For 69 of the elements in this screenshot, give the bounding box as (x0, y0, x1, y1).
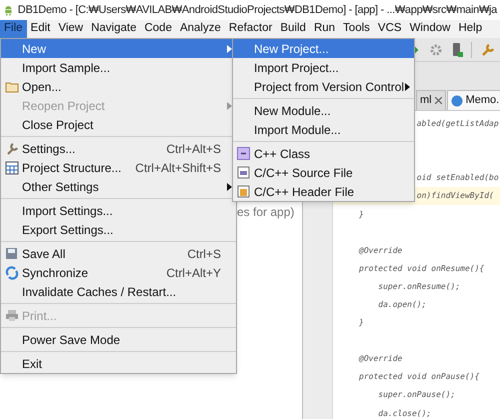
code-line: } (359, 317, 364, 330)
code-line: on)findViewById( (416, 190, 494, 202)
menu-item[interactable]: Save All Ctrl+S (1, 244, 236, 263)
menu-bar-item[interactable]: Window (406, 20, 454, 38)
menu-bar-item[interactable]: Code (140, 20, 176, 38)
menu-item[interactable]: Import Project... (233, 58, 414, 77)
code-line: super.onPause(); (377, 389, 456, 402)
wrench-icon[interactable] (480, 42, 496, 58)
code-line: super.onResume(); (377, 280, 460, 293)
menu-item[interactable]: C/C++ Source File (233, 163, 414, 182)
code-line: da.open(); (377, 298, 426, 311)
code-line: protected void onPause(){ (359, 371, 480, 384)
menu-bar-item[interactable]: View (54, 20, 88, 38)
menu-item[interactable]: Import Sample... (1, 58, 236, 77)
menu-bar-item[interactable]: Tools (339, 20, 374, 38)
code-line: da.close(); (377, 408, 432, 419)
menu-item[interactable]: C++ Class (233, 144, 414, 163)
menu-item[interactable]: New Module... (233, 101, 414, 120)
menu-item[interactable]: Power Save Mode (1, 330, 236, 349)
submenu-arrow-icon (227, 182, 232, 190)
gear-icon[interactable] (429, 42, 443, 56)
phone-icon[interactable] (451, 42, 463, 58)
menu-bar-item[interactable]: Run (310, 20, 340, 38)
editor-tab[interactable]: Memo. (446, 90, 500, 110)
menu-item[interactable]: Settings... Ctrl+Alt+S (1, 139, 236, 158)
sync-icon (4, 266, 18, 280)
submenu-arrow-icon (405, 82, 410, 90)
code-line: } (359, 208, 364, 221)
menu-bar-item[interactable]: Analyze (176, 20, 225, 38)
menu-bar-item[interactable]: Refactor (224, 20, 276, 38)
submenu-arrow-icon (227, 102, 232, 110)
code-line: @Override (359, 244, 402, 257)
menu-item[interactable]: Import Module... (233, 120, 414, 139)
menu-item[interactable]: Invalidate Caches / Restart... (1, 282, 236, 301)
class-icon (450, 94, 463, 106)
menu-item[interactable]: Other Settings (1, 177, 236, 196)
menu-bar-item[interactable]: Edit (26, 20, 54, 38)
menu-bar-item[interactable]: File (0, 20, 27, 38)
code-line: protected void onResume(){ (359, 262, 484, 275)
menu-item[interactable]: Project Structure... Ctrl+Alt+Shift+S (1, 158, 236, 177)
menu-item[interactable]: Close Project (1, 115, 236, 134)
header-file-icon (237, 185, 250, 198)
menu-item[interactable]: Export Settings... (1, 220, 236, 239)
project-tree-item[interactable]: es for app) (237, 205, 294, 219)
source-file-icon (237, 166, 250, 179)
code-line: @Override (359, 353, 402, 366)
menu-item[interactable]: C/C++ Header File (233, 182, 414, 201)
menu-item[interactable]: Synchronize Ctrl+Alt+Y (1, 263, 236, 282)
menu-bar-item[interactable]: VCS (374, 20, 406, 38)
android-icon (3, 3, 14, 17)
printer-icon (4, 309, 18, 322)
menu-item[interactable]: Import Settings... (1, 201, 236, 220)
menu-item[interactable]: Open... (1, 77, 236, 96)
menu-item[interactable]: New Project... (233, 39, 414, 58)
grid-icon (4, 160, 18, 174)
menu-item[interactable]: Project from Version Control (233, 77, 414, 96)
code-line: abled(getListAdap (416, 118, 499, 130)
window-title: DB1Demo - [C:₩Users₩AVILAB₩AndroidStudioProjects₩DB1Demo] - [app] - ...₩app₩src₩main₩ja (18, 2, 497, 18)
folder-icon (4, 80, 18, 92)
editor-tab[interactable]: ml (416, 90, 446, 110)
menu-bar-item[interactable]: Navigate (87, 20, 140, 38)
menu-bar-item[interactable]: Build (276, 20, 310, 38)
close-icon[interactable] (434, 97, 442, 104)
code-line: oid setEnabled(bo (416, 172, 499, 184)
class-file-icon (237, 147, 250, 160)
wrench-icon (4, 142, 18, 156)
submenu-arrow-icon (227, 44, 232, 52)
menu-item[interactable]: Exit (1, 354, 236, 373)
menu-bar-item[interactable]: Help (454, 20, 486, 38)
